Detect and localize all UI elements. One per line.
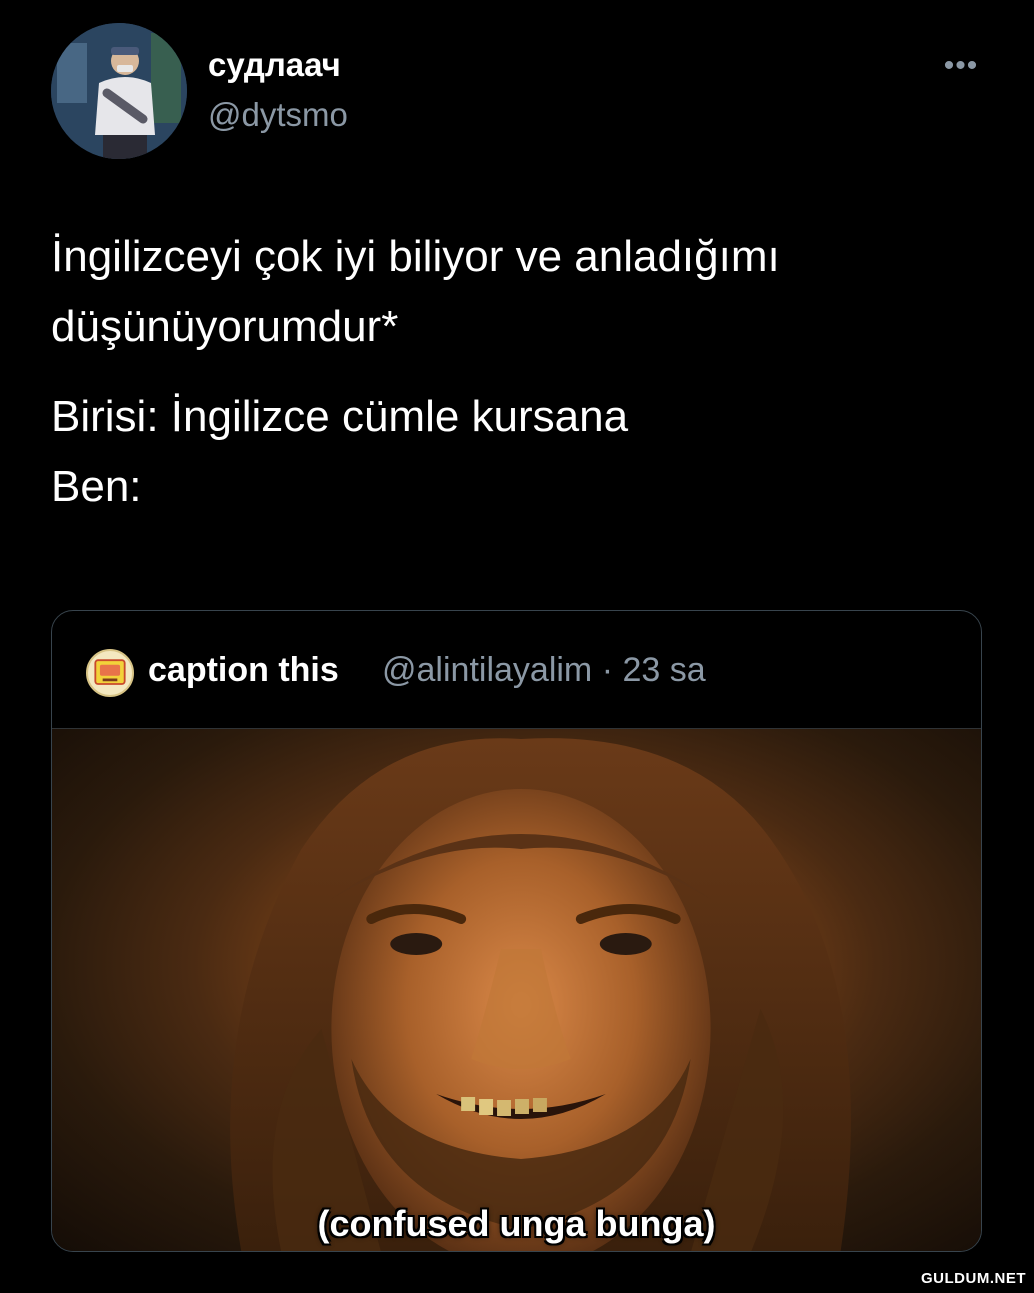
quoted-tweet-card[interactable]: caption this @alintilayalim · 23 sa (con…: [51, 610, 982, 1252]
more-options-button[interactable]: •••: [938, 48, 984, 84]
author-display-name[interactable]: судлаач: [208, 46, 341, 84]
quoted-tweet-header: caption this @alintilayalim · 23 sa: [52, 611, 981, 729]
caveman-image: [230, 738, 851, 1251]
tweet-text-paragraph-2: Birisi: İngilizce cümle kursana: [51, 392, 629, 441]
tweet-text-paragraph-1: İngilizceyi çok iyi biliyor ve anladığım…: [51, 232, 780, 351]
site-watermark: GULDUM.NET: [921, 1270, 1026, 1287]
image-caption-text: (confused unga bunga): [317, 1203, 716, 1244]
more-horizontal-icon: •••: [943, 49, 979, 82]
quoted-author-avatar[interactable]: [86, 649, 134, 697]
quoted-avatar-logo: [94, 659, 126, 685]
quoted-author-meta[interactable]: @alintilayalim · 23 sa: [382, 651, 706, 690]
quoted-tweet-image[interactable]: (confused unga bunga): [52, 729, 981, 1251]
author-avatar[interactable]: [51, 23, 187, 159]
quoted-author-display-name[interactable]: caption this: [148, 651, 339, 690]
author-handle[interactable]: @dytsmo: [208, 96, 348, 134]
tweet-text-paragraph-3: Ben:: [51, 462, 142, 511]
tweet-text: İngilizceyi çok iyi biliyor ve anladığım…: [51, 222, 991, 522]
avatar-photo: [51, 23, 187, 159]
